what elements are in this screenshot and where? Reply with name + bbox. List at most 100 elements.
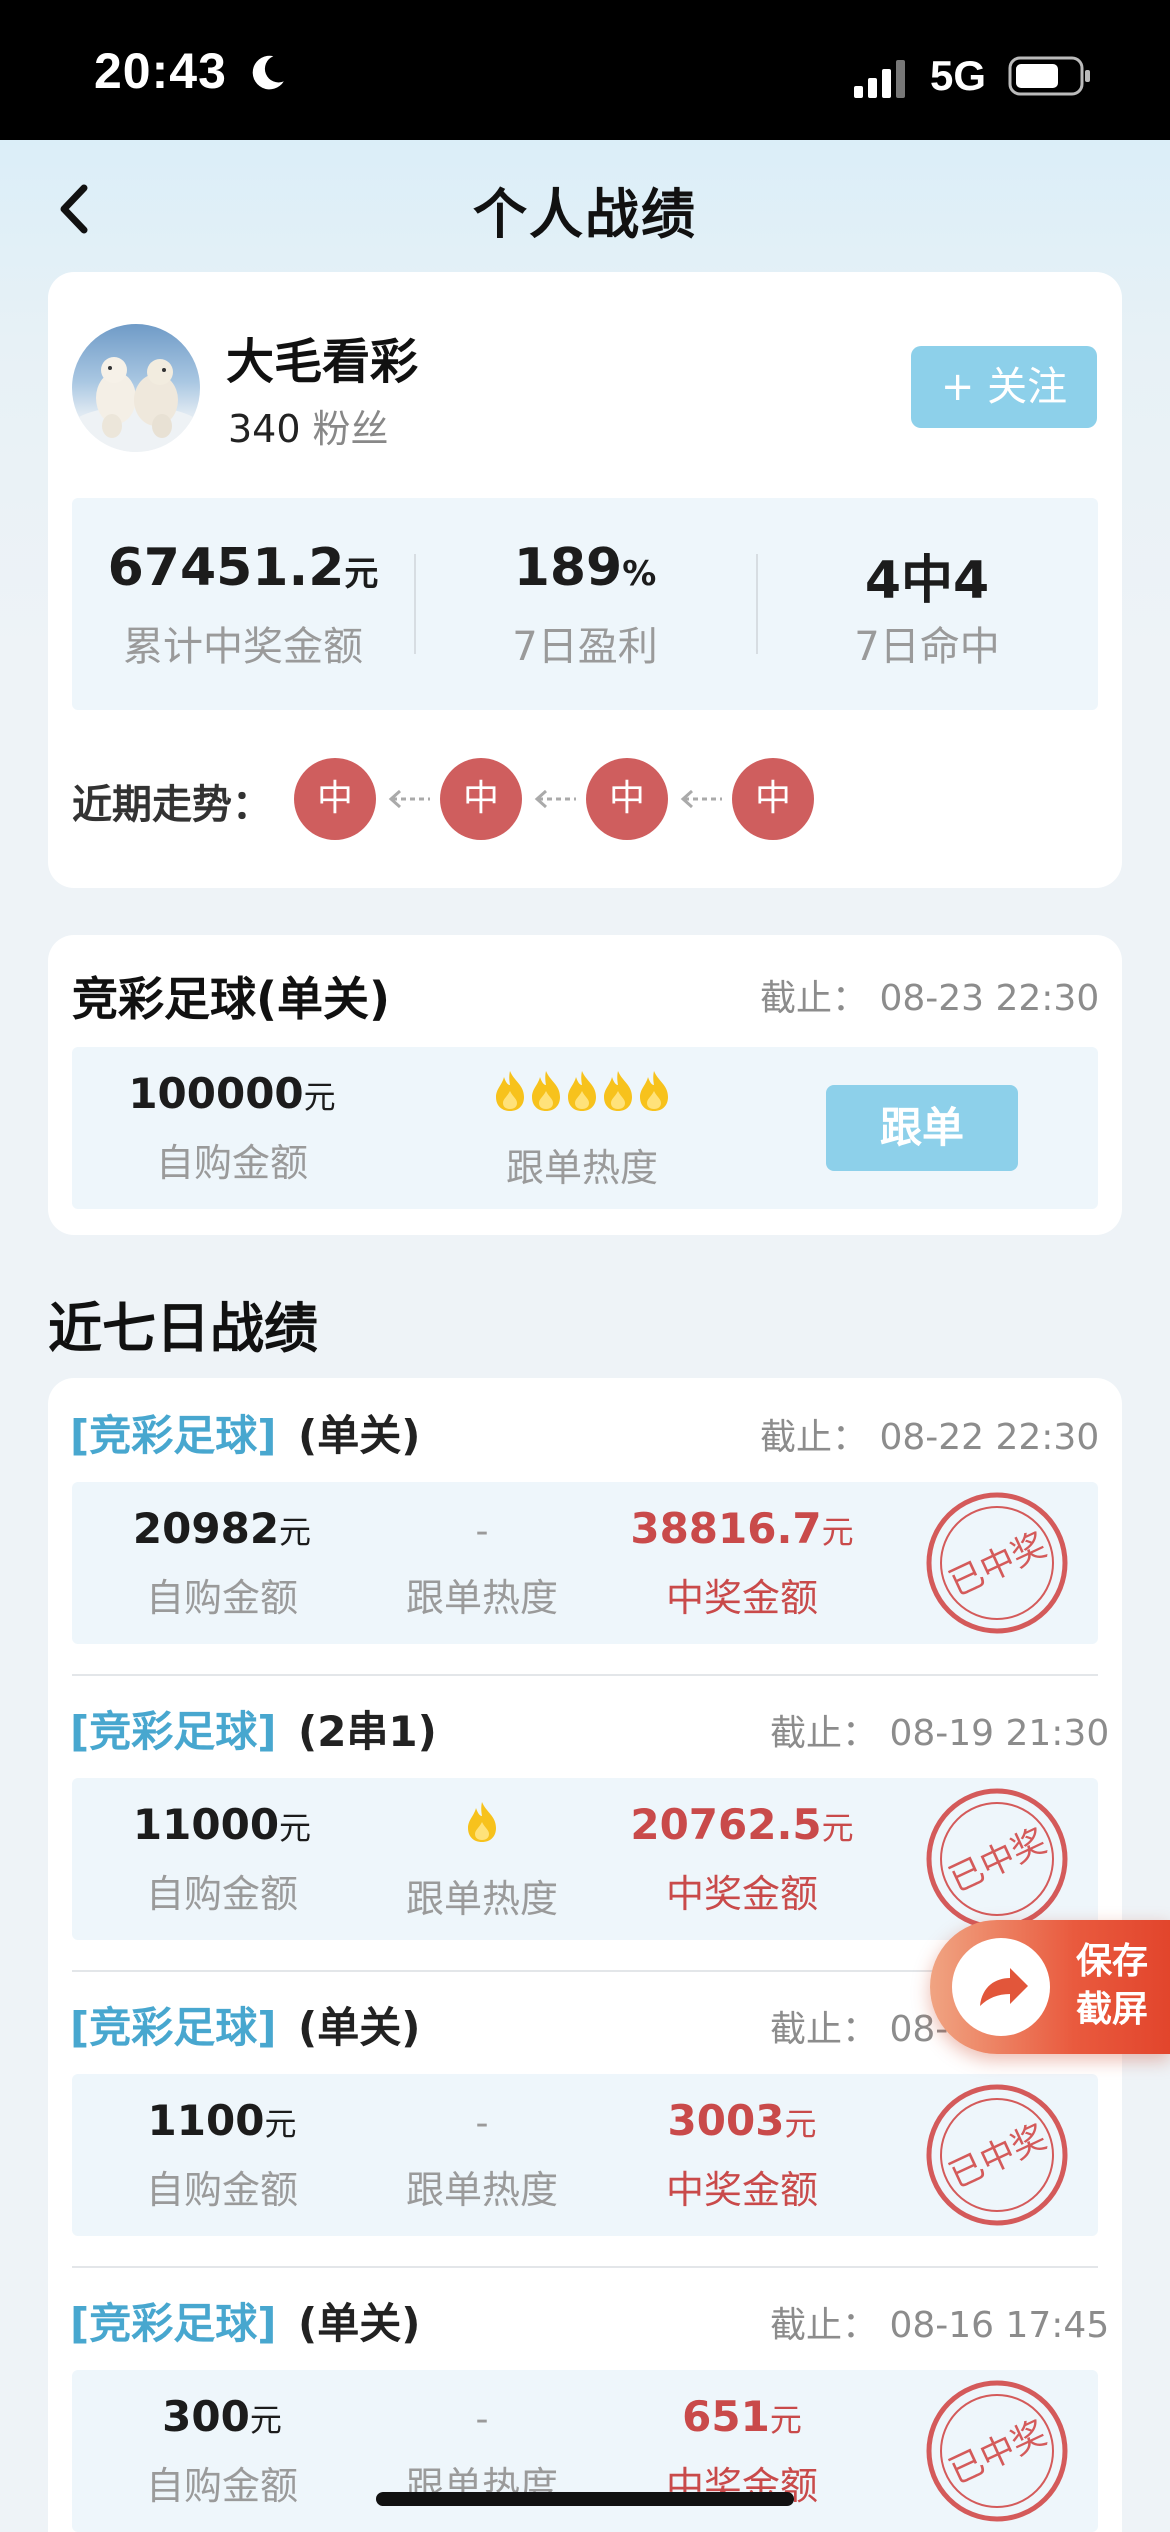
list-item[interactable]: [竞彩足球] (单关) 截止： 08-22 22:30 20982元 自购金额 …	[48, 1378, 1122, 1674]
amount-unit: 元	[279, 1809, 312, 1847]
pick-summary: 100000元 自购金额 跟单热度 跟单	[72, 1047, 1098, 1209]
record-deadline: 截止： 08-	[770, 2009, 949, 2050]
heat-cell: - 跟单热度	[332, 1504, 632, 1622]
trend-result: 中	[440, 758, 522, 840]
record-type: (单关)	[298, 1411, 421, 1460]
record-category: [竞彩足球]	[70, 1411, 277, 1460]
prize-value: 20762.5	[630, 1800, 822, 1849]
prize-unit: 元	[784, 2105, 817, 2143]
arrow-left-icon	[388, 789, 430, 809]
stat-total-prize: 67451.2元 累计中奖金额	[72, 498, 414, 710]
winning-stamp-icon: 已中奖	[926, 2380, 1068, 2522]
polar-bear-avatar-image	[72, 357, 200, 452]
current-pick-card[interactable]: 竞彩足球(单关) 截止： 08-23 22:30 100000元 自购金额 跟单…	[48, 935, 1122, 1235]
avatar[interactable]	[72, 324, 200, 452]
amount-value: 1100	[147, 2096, 265, 2145]
pick-deadline: 截止： 08-23 22:30	[760, 978, 1100, 1019]
heat-flames	[442, 1069, 722, 1123]
winning-stamp-icon: 已中奖	[926, 2084, 1068, 2226]
signal-icon	[854, 60, 905, 98]
heat-label: 跟单热度	[405, 2168, 558, 2212]
list-item[interactable]: [竞彩足球] (2串1) 截止： 08-19 21:30 11000元 自购金额…	[48, 1674, 1122, 1970]
record-deadline: 截止： 08-19 21:30	[770, 1713, 1110, 1754]
follow-button[interactable]: + 关注	[911, 346, 1097, 428]
prize-unit: 元	[769, 2401, 802, 2439]
heat-value: -	[475, 1511, 489, 1552]
prize-label: 中奖金额	[665, 1872, 818, 1916]
prize-cell: 20762.5元 中奖金额	[592, 1800, 892, 1918]
prize-unit: 元	[821, 1809, 854, 1847]
amount-unit: 元	[264, 2105, 297, 2143]
amount-unit: 元	[303, 1078, 336, 1116]
stamp-text: 已中奖	[943, 1821, 1052, 1900]
record-type: (单关)	[298, 2299, 421, 2348]
amount-cell: 11000元 自购金额	[72, 1800, 372, 1918]
stamp-text: 已中奖	[943, 2117, 1052, 2196]
stamp-text: 已中奖	[943, 1525, 1052, 1604]
record-category: [竞彩足球]	[70, 2003, 277, 2052]
stats-box: 67451.2元 累计中奖金额 189% 7日盈利 4中4 7日命中	[72, 498, 1098, 710]
prize-cell: 3003元 中奖金额	[592, 2096, 892, 2214]
stamp-text: 已中奖	[943, 2413, 1052, 2492]
trend-label: 近期走势：	[72, 782, 272, 828]
amount-label: 自购金额	[145, 1576, 298, 1620]
amount-cell: 100000元 自购金额	[92, 1069, 372, 1187]
prize-label: 中奖金额	[665, 2168, 818, 2212]
prize-value: 651	[682, 2392, 770, 2441]
heat-cell: - 跟单热度	[332, 2096, 632, 2214]
heat-cell: 跟单热度	[442, 1069, 722, 1192]
amount-label: 自购金额	[155, 1141, 308, 1185]
stat-label: 7日命中	[854, 624, 1000, 670]
flame-icon	[640, 1071, 668, 1111]
winning-stamp-icon: 已中奖	[926, 1788, 1068, 1930]
record-deadline: 截止： 08-22 22:30	[760, 1417, 1100, 1458]
flame-icon	[568, 1071, 596, 1111]
heat-label: 跟单热度	[505, 1146, 658, 1190]
stat-unit: %	[622, 554, 657, 594]
battery-icon	[1008, 56, 1090, 96]
flame-icon	[496, 1071, 524, 1111]
amount-unit: 元	[279, 1513, 312, 1551]
heat-value: -	[475, 2103, 489, 2144]
arrow-left-icon	[680, 789, 722, 809]
amount-label: 自购金额	[145, 2464, 298, 2508]
record-deadline: 截止： 08-16 17:45	[770, 2305, 1110, 2346]
amount-value: 20982	[132, 1504, 280, 1553]
fans-number: 340	[228, 407, 301, 451]
fans-unit: 粉丝	[312, 407, 389, 451]
save-screenshot-button[interactable]: 保存 截屏	[930, 1920, 1170, 2054]
heat-flames	[332, 1800, 632, 1854]
save-label-line2: 截屏	[1075, 1989, 1148, 2030]
record-type: (2串1)	[298, 1707, 437, 1756]
prize-unit: 元	[821, 1513, 854, 1551]
flame-icon	[532, 1071, 560, 1111]
follow-order-button[interactable]: 跟单	[826, 1085, 1018, 1171]
stat-unit: 元	[344, 554, 379, 594]
pick-title: 竞彩足球(单关)	[72, 972, 391, 1026]
amount-unit: 元	[249, 2401, 282, 2439]
stat-value: 4中4	[864, 551, 990, 611]
amount-cell: 1100元 自购金额	[72, 2096, 372, 2214]
winning-stamp-icon: 已中奖	[926, 1492, 1068, 1634]
moon-icon	[252, 55, 284, 90]
amount-cell: 300元 自购金额	[72, 2392, 372, 2510]
section-title: 近七日战绩	[48, 1297, 318, 1360]
amount-value: 300	[162, 2392, 250, 2441]
page-title: 个人战绩	[473, 183, 697, 246]
fans-count: 340 粉丝	[228, 398, 389, 453]
amount-value: 11000	[132, 1800, 280, 1849]
amount-label: 自购金额	[145, 1872, 298, 1916]
amount-cell: 20982元 自购金额	[72, 1504, 372, 1622]
share-arrow-icon	[952, 1938, 1050, 2036]
save-label-line1: 保存	[1075, 1941, 1148, 1982]
status-time: 20:43	[94, 43, 227, 99]
arrow-left-icon	[534, 789, 576, 809]
home-indicator[interactable]	[376, 2492, 794, 2506]
stat-7day-profit: 189% 7日盈利	[414, 498, 756, 710]
record-category: [竞彩足球]	[70, 2299, 277, 2348]
network-label: 5G	[930, 52, 987, 99]
stat-label: 累计中奖金额	[123, 624, 363, 670]
user-name: 大毛看彩	[226, 334, 419, 390]
flame-icon	[468, 1802, 496, 1842]
profile-card: 大毛看彩 340 粉丝 + 关注 67451.2元 累计中奖金额 189% 7日盈…	[48, 272, 1122, 888]
